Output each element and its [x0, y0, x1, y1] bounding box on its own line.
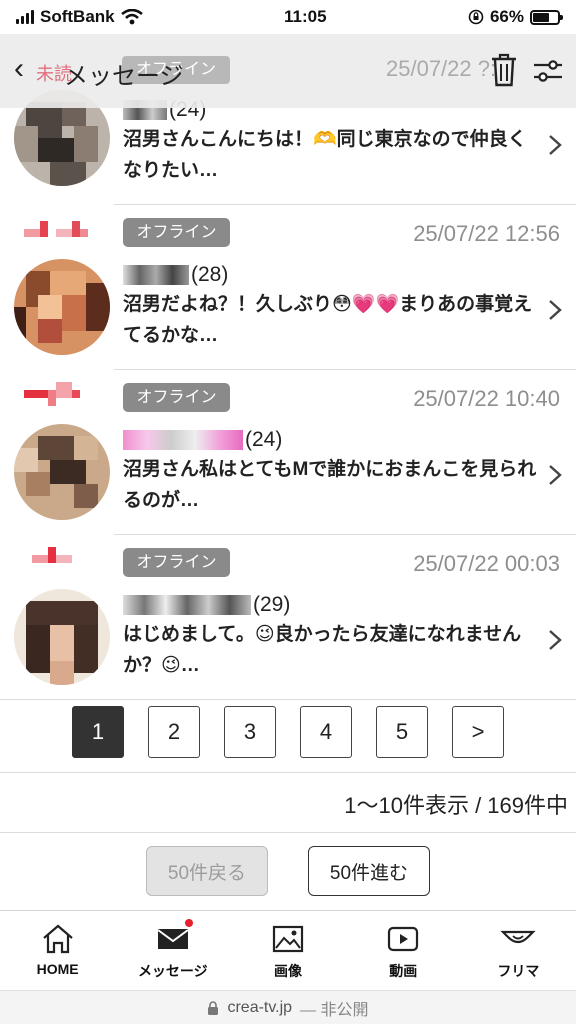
- sender-age: (24): [245, 428, 283, 451]
- chevron-right-icon: [549, 300, 562, 320]
- status-bar: SoftBank 11:05 66%: [0, 0, 576, 34]
- page-button-5[interactable]: 5: [376, 706, 428, 758]
- nav-messages[interactable]: メッセージ: [115, 911, 230, 990]
- message-date: 25/07/22 00:03: [413, 551, 560, 576]
- avatar: [14, 424, 110, 520]
- section-divider: [0, 772, 576, 773]
- orientation-lock-icon: [468, 9, 484, 25]
- pagination: 1 2 3 4 5 >: [72, 706, 504, 758]
- status-right: 66%: [468, 7, 563, 27]
- bottom-navigation: HOME メッセージ 画像 動画 フリマ: [0, 910, 576, 990]
- home-icon: [42, 924, 73, 954]
- section-divider: [0, 832, 576, 833]
- nav-label: 画像: [274, 963, 302, 979]
- sender-name: (29): [123, 591, 290, 619]
- message-row[interactable]: オフライン 25/07/22 10:40 (24) 沼男さん私はとてもMで誰かに…: [0, 370, 576, 535]
- notification-dot: [185, 919, 194, 927]
- pixelated-nickname: [24, 221, 88, 237]
- battery-icon: [529, 9, 563, 25]
- mail-icon: [157, 929, 189, 949]
- message-preview: 沼男だよね？！久しぶり😳💗💗まりあの事覚えてるかな…: [123, 294, 533, 346]
- nav-videos[interactable]: 動画: [346, 911, 461, 990]
- message-date: 25/07/22 10:40: [413, 386, 560, 411]
- video-icon: [388, 926, 419, 952]
- app-header: ‹ 未読 オフライン 25/07/22 ?: メッセージ: [0, 34, 576, 108]
- lock-icon: [208, 1000, 219, 1015]
- wifi-icon: [120, 9, 143, 25]
- status-pill: オフライン: [123, 383, 230, 412]
- page-button-3[interactable]: 3: [224, 706, 276, 758]
- chevron-right-icon: [549, 630, 562, 650]
- avatar: [14, 259, 110, 355]
- nav-label: HOME: [36, 961, 79, 977]
- blurred-name: [123, 595, 251, 615]
- status-pill: オフライン: [123, 218, 230, 247]
- pixelated-nickname: [24, 382, 80, 406]
- image-icon: [272, 925, 304, 953]
- url-bar[interactable]: crea-tv.jp — 非公開: [0, 990, 576, 1024]
- message-date: 25/07/22 12:56: [413, 221, 560, 246]
- message-row[interactable]: オフライン 25/07/22 12:56 (28) 沼男だよね？！久しぶり😳💗💗…: [0, 205, 576, 370]
- back-50-button[interactable]: 50件戻る: [146, 846, 268, 896]
- sender-name: (28): [123, 261, 228, 289]
- next-page-button[interactable]: >: [452, 706, 504, 758]
- row-divider: [0, 699, 576, 700]
- nav-images[interactable]: 画像: [230, 911, 345, 990]
- message-preview: 沼男さん私はとてもMで誰かにおまんこを見られるのが…: [123, 459, 537, 511]
- signal-icon: [16, 10, 34, 24]
- url-privacy: — 非公開: [300, 1001, 369, 1019]
- nav-home[interactable]: HOME: [0, 911, 115, 990]
- page-button-4[interactable]: 4: [300, 706, 352, 758]
- result-count: 1〜10件表示 / 169件中: [344, 793, 568, 818]
- blurred-name: [123, 430, 243, 450]
- avatar: [14, 589, 110, 685]
- page-button-1[interactable]: 1: [72, 706, 124, 758]
- carrier-label: SoftBank: [40, 7, 115, 26]
- battery-percent: 66%: [489, 7, 524, 26]
- back-button[interactable]: ‹: [14, 52, 24, 86]
- status-left: SoftBank: [16, 7, 143, 27]
- chevron-right-icon: [549, 135, 562, 155]
- blurred-name: [123, 265, 189, 285]
- message-preview: 沼男さんこんにちは！🫶同じ東京なので仲良くなりたい…: [123, 129, 527, 181]
- nav-label: フリマ: [497, 963, 540, 979]
- url-domain: crea-tv.jp: [227, 998, 293, 1016]
- nav-label: 動画: [389, 963, 418, 979]
- filter-settings-icon[interactable]: [532, 56, 564, 86]
- scrolled-date: 25/07/22 ?:: [386, 56, 497, 81]
- market-icon: [500, 930, 537, 944]
- nav-label: メッセージ: [137, 963, 208, 979]
- sender-age: (29): [253, 593, 291, 616]
- sender-name: (24): [123, 426, 282, 454]
- page-button-2[interactable]: 2: [148, 706, 200, 758]
- sender-age: (28): [191, 263, 229, 286]
- page-title: メッセージ: [64, 63, 184, 90]
- status-pill: オフライン: [123, 548, 230, 577]
- paging-buttons: 50件戻る 50件進む: [0, 846, 576, 896]
- trash-icon[interactable]: [488, 52, 520, 88]
- pixelated-nickname: [32, 547, 72, 563]
- message-row[interactable]: オフライン 25/07/22 00:03 (29) はじめまして。😉良かったら友…: [0, 535, 576, 700]
- forward-50-button[interactable]: 50件進む: [308, 846, 430, 896]
- nav-market[interactable]: フリマ: [461, 911, 576, 990]
- message-preview: はじめまして。😉良かったら友達になれませんか？😉…: [123, 624, 522, 676]
- clock: 11:05: [284, 7, 327, 26]
- chevron-right-icon: [549, 465, 562, 485]
